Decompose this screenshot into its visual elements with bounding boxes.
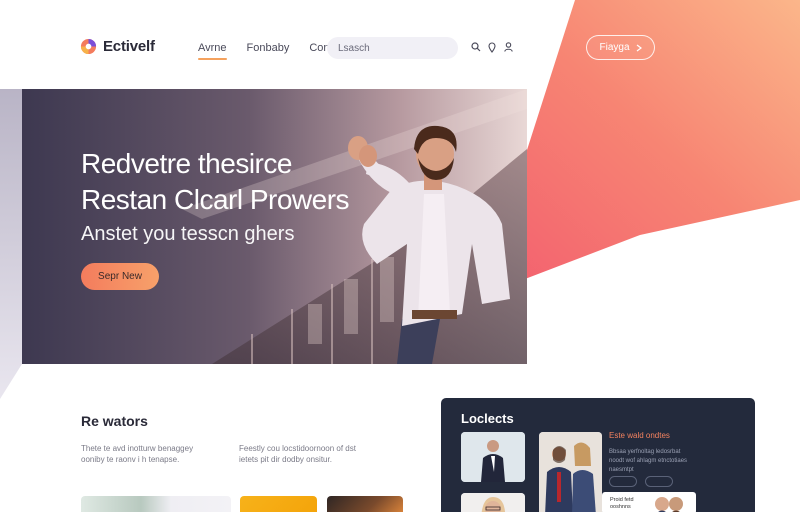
locations-title: Loclects <box>461 411 514 426</box>
brand-name: Ectivelf <box>103 38 155 55</box>
locations-accent-heading: Este wald ondtes <box>609 431 670 440</box>
review-thumbnail-2[interactable] <box>240 496 317 512</box>
location-pin-icon[interactable] <box>487 41 497 53</box>
location-tag-pill-1[interactable] <box>609 476 637 487</box>
locations-text-line1: Bbsaa yerfnoltag ledosrbat <box>609 449 681 455</box>
avatar-group-image <box>655 497 683 512</box>
location-tag-pill-2[interactable] <box>645 476 673 487</box>
locations-description: Bbsaa yerfnoltag ledosrbat noodt wof ahl… <box>609 448 704 475</box>
reviews-section-title: Re wators <box>81 413 148 429</box>
hero-banner: Redvetre thesirce Restan Clcarl Prowers … <box>22 89 527 364</box>
site-header: Ectivelf Avrne Fonbaby Coniet Fiayga <box>0 0 800 90</box>
header-cta-label: Fiayga <box>599 42 630 53</box>
header-cta-button[interactable]: Fiayga <box>586 35 655 60</box>
nav-item-2[interactable]: Fonbaby <box>247 42 290 60</box>
couple-image <box>539 432 602 512</box>
locations-card: Loclects Este wald ondtes Bbsaa yerfnolt… <box>441 398 755 512</box>
arrow-right-icon <box>636 44 642 51</box>
reviews-col1-line1: Thete te avd inotturw benaggey <box>81 444 194 453</box>
review-thumbnail-3[interactable] <box>327 496 403 512</box>
locations-text-line3: naesmtpt <box>609 467 634 473</box>
woman-with-glasses-image <box>461 493 525 512</box>
hero-title-line1: Redvetre thesirce <box>81 148 292 179</box>
reviews-text-col1: Thete te avd inotturw benaggey ooniby te… <box>81 443 221 465</box>
hero-person-image <box>348 125 510 364</box>
user-icon[interactable] <box>503 41 513 53</box>
reviews-text-col2: Feestly cou locstidoornoon of dst ietets… <box>239 443 379 465</box>
reviews-col2-line2: ietets pit dir dodby onsitur. <box>239 455 332 464</box>
hero-title-line2: Restan Clcarl Prowers <box>81 184 350 215</box>
reviews-col1-line2: ooniby te raonv i h tenapse. <box>81 455 180 464</box>
reviews-col2-line1: Feestly cou locstidoornoon of dst <box>239 444 356 453</box>
brand-logo[interactable]: Ectivelf <box>80 38 155 55</box>
hero-cta-button[interactable]: Sepr New <box>81 263 159 290</box>
hero-subtitle: Anstet you tesscn ghers <box>81 223 295 245</box>
search-input[interactable] <box>327 37 458 59</box>
locations-text-line2: noodt wof ahlagm etnctotiaes <box>609 458 688 464</box>
header-icon-group <box>471 41 513 53</box>
location-photo-2[interactable] <box>539 432 602 512</box>
person-in-suit-image <box>461 432 525 482</box>
location-photo-1[interactable] <box>461 432 525 482</box>
location-info-card[interactable]: Proid fetd ooshnns <box>602 492 696 512</box>
review-thumbnail-1[interactable] <box>81 496 231 512</box>
nav-item-home[interactable]: Avrne <box>198 42 227 60</box>
location-photo-3[interactable] <box>461 493 525 512</box>
location-info-card-label: Proid fetd ooshnns <box>610 497 634 510</box>
logo-mark-icon <box>80 38 97 55</box>
left-decor-strip <box>0 89 22 399</box>
search-icon[interactable] <box>471 41 481 53</box>
